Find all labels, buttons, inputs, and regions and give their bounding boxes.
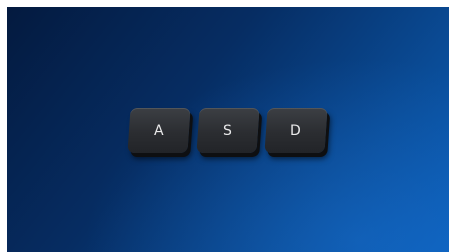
key-s-label: S <box>223 122 233 139</box>
blue-background: A S D <box>7 7 449 252</box>
key-a[interactable]: A <box>127 108 191 153</box>
key-d[interactable]: D <box>264 108 328 153</box>
key-s[interactable]: S <box>196 108 260 153</box>
screenshot-frame: A S D <box>0 0 449 252</box>
key-d-label: D <box>290 122 302 139</box>
key-a-label: A <box>153 122 165 139</box>
